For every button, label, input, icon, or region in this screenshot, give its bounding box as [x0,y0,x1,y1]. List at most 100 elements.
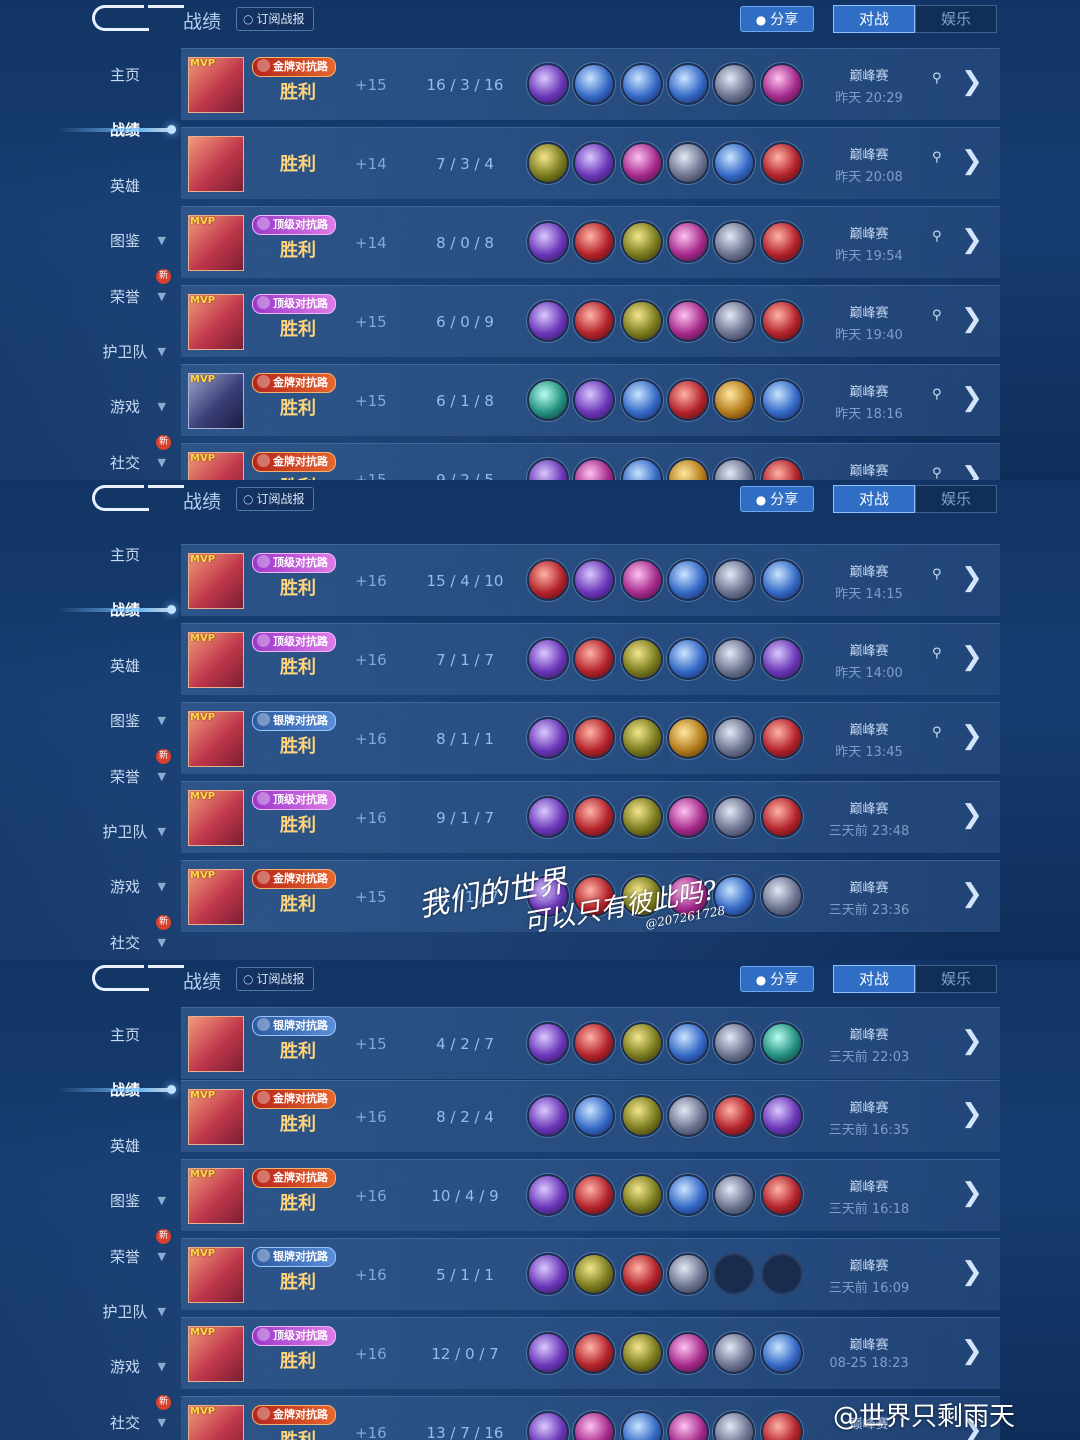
chevron-right-icon[interactable]: ❯ [961,383,983,413]
chevron-down-icon: ▼ [157,714,166,727]
chevron-right-icon[interactable]: ❯ [961,563,983,593]
share-button[interactable]: ● 分享 [740,966,814,992]
kda-stat: 12 / 0 / 7 [431,1345,499,1363]
magnifier-icon[interactable]: ⚲ [932,308,942,323]
match-row[interactable]: 胜利 +14 7 / 3 / 4 巅峰赛 昨天 20:08 ⚲ ❯ [181,127,1000,199]
sidebar-item[interactable]: 荣誉 ▼ [70,1242,180,1272]
hero-avatar: MVP [188,553,244,609]
match-row[interactable]: MVP 顶级对抗路 胜利 +16 12 / 0 / 7 巅峰赛 08-25 18:23 ❯ [181,1317,1000,1389]
magnifier-icon[interactable]: ⚲ [932,725,942,740]
sidebar-item[interactable]: 护卫队 ▼ [70,337,180,367]
kda-stat: 8 / 1 / 1 [436,730,494,748]
match-row[interactable]: MVP 金牌对抗路胜利 +15 9 / 2 / 5 巅峰赛 ⚲ ❯ [181,443,1000,480]
sidebar-item[interactable]: 英雄 [70,1131,180,1161]
magnifier-icon[interactable]: ⚲ [932,71,942,86]
sidebar-item[interactable]: 游戏 ▼ [70,872,180,902]
subscribe-label: 订阅战报 [256,972,305,986]
chevron-right-icon[interactable]: ❯ [961,1257,983,1287]
match-row[interactable]: MVP 顶级对抗路 胜利 +16 9 / 1 / 7 巅峰赛 三天前 23:48 ❯ [181,781,1000,853]
hero-avatar: MVP [188,373,244,429]
chevron-right-icon[interactable]: ❯ [961,67,983,97]
chevron-right-icon[interactable]: ❯ [961,146,983,176]
tab-vs[interactable]: 对战 [833,485,915,513]
back-arrow-icon[interactable] [92,965,184,991]
magnifier-icon[interactable]: ⚲ [932,150,942,165]
magnifier-icon[interactable]: ⚲ [932,387,942,402]
tab-entertainment[interactable]: 娱乐 [915,5,997,33]
back-arrow-icon[interactable] [92,5,184,31]
match-row[interactable]: MVP 金牌对抗路 胜利 +15 16 / 3 / 16 巅峰赛 昨天 20:29 ⚲ ❯ [181,48,1000,120]
badge-text: 顶级对抗路 [273,635,328,648]
magnifier-icon[interactable]: ⚲ [932,567,942,582]
sidebar-item[interactable]: 游戏 ▼ [70,392,180,422]
sidebar-item[interactable]: 护卫队 ▼ [70,817,180,847]
sidebar-item[interactable]: 英雄 [70,171,180,201]
share-button[interactable]: ● 分享 [740,6,814,32]
sidebar-item[interactable]: 社交 ▼ [70,928,180,958]
tab-vs[interactable]: 对战 [833,965,915,993]
chevron-right-icon[interactable]: ❯ [961,462,983,480]
sidebar-item[interactable]: 社交 ▼ [70,1408,180,1438]
sidebar-item[interactable]: 英雄 [70,651,180,681]
match-row[interactable]: MVP 银牌对抗路 胜利 +16 5 / 1 / 1 巅峰赛 三天前 16:09 ❯ [181,1238,1000,1310]
match-row[interactable]: 银牌对抗路 胜利 +15 4 / 2 / 7 巅峰赛 三天前 22:03 ❯ [181,1007,1000,1079]
chevron-right-icon[interactable]: ❯ [961,1336,983,1366]
chevron-right-icon[interactable]: ❯ [961,879,983,909]
equipment-item-icon [573,1332,615,1374]
chevron-right-icon[interactable]: ❯ [961,1099,983,1129]
chevron-right-icon[interactable]: ❯ [961,1026,983,1056]
sidebar-item[interactable]: 主页 [70,1020,180,1050]
magnifier-icon[interactable]: ⚲ [932,466,942,480]
game-mode: 巅峰赛 [849,385,889,400]
tab-entertainment[interactable]: 娱乐 [915,485,997,513]
chevron-right-icon[interactable]: ❯ [961,1178,983,1208]
match-row[interactable]: MVP 金牌对抗路 胜利 +16 8 / 2 / 4 巅峰赛 三天前 16:35 ❯ [181,1080,1000,1152]
sidebar-item[interactable]: 图鉴 ▼ [70,1186,180,1216]
tab-entertainment[interactable]: 娱乐 [915,965,997,993]
subscribe-report-button[interactable]: ○ 订阅战报 [236,7,314,31]
badge-icon [257,59,270,72]
chevron-right-icon[interactable]: ❯ [961,800,983,830]
rank-badge: 顶级对抗路 [252,215,336,235]
sidebar-item[interactable]: 护卫队 ▼ [70,1297,180,1327]
match-row[interactable]: MVP 银牌对抗路 胜利 +16 8 / 1 / 1 巅峰赛 昨天 13:45 ⚲ ❯ [181,702,1000,774]
mvp-label: MVP [190,633,216,644]
match-row[interactable]: MVP 顶级对抗路 胜利 +16 7 / 1 / 7 巅峰赛 昨天 14:00 ⚲ ❯ [181,623,1000,695]
match-row[interactable]: MVP 金牌对抗路 胜利 +15 6 / 1 / 8 巅峰赛 昨天 18:16 ⚲ ❯ [181,364,1000,436]
sidebar-item[interactable]: 图鉴 ▼ [70,706,180,736]
chevron-right-icon[interactable]: ❯ [961,304,983,334]
equipment-item-icon [573,1253,615,1295]
bell-icon: ○ [243,12,254,26]
tab-vs[interactable]: 对战 [833,5,915,33]
sidebar-item-label: 主页 [109,66,140,84]
chevron-down-icon: ▼ [157,825,166,838]
subscribe-report-button[interactable]: ○ 订阅战报 [236,967,314,991]
sidebar-item[interactable]: 游戏 ▼ [70,1352,180,1382]
game-mode: 巅峰赛 [849,565,889,580]
subscribe-report-button[interactable]: ○ 订阅战报 [236,487,314,511]
badge-text: 银牌对抗路 [273,714,328,727]
sidebar-item-label: 英雄 [109,657,140,675]
badge-icon [257,1328,270,1341]
back-arrow-icon[interactable] [92,485,184,511]
magnifier-icon[interactable]: ⚲ [932,229,942,244]
share-button[interactable]: ● 分享 [740,486,814,512]
match-row[interactable]: MVP 顶级对抗路 胜利 +16 15 / 4 / 10 巅峰赛 昨天 14:15 ⚲ ❯ [181,544,1000,616]
chevron-right-icon[interactable]: ❯ [961,642,983,672]
sidebar-item[interactable]: 荣誉 ▼ [70,282,180,312]
match-time: 三天前 23:36 [828,903,910,918]
match-row[interactable]: MVP 金牌对抗路 胜利 +16 10 / 4 / 9 巅峰赛 三天前 16:18 ❯ [181,1159,1000,1231]
sidebar-item[interactable]: 荣誉 ▼ [70,762,180,792]
sidebar-item[interactable]: 图鉴 ▼ [70,226,180,256]
equipment-item-icon [573,142,615,184]
equipment-item-icon [527,300,569,342]
magnifier-icon[interactable]: ⚲ [932,646,942,661]
match-result: 胜利 [280,578,316,599]
sidebar-item[interactable]: 主页 [70,60,180,90]
sidebar-item[interactable]: 主页 [70,540,180,570]
match-row[interactable]: MVP 顶级对抗路 胜利 +15 6 / 0 / 9 巅峰赛 昨天 19:40 ⚲ ❯ [181,285,1000,357]
match-row[interactable]: MVP 顶级对抗路 胜利 +14 8 / 0 / 8 巅峰赛 昨天 19:54 ⚲ ❯ [181,206,1000,278]
sidebar-item[interactable]: 社交 ▼ [70,448,180,478]
chevron-right-icon[interactable]: ❯ [961,721,983,751]
chevron-right-icon[interactable]: ❯ [961,225,983,255]
